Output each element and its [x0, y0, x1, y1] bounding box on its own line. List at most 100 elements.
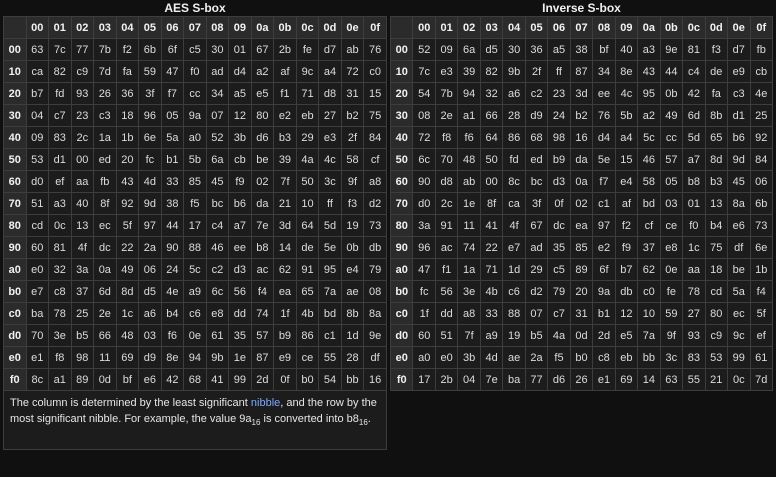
row-header: c0: [3, 302, 27, 325]
inverse-sbox-table: 00 01 02 03 04 05 06 07 08 09 0a 0b 0c 0d 0e 0f 00 52 09 6a…: [389, 16, 773, 391]
table-cell: e5: [614, 324, 639, 347]
table-cell: 11: [457, 214, 481, 237]
table-cell: b4: [704, 214, 729, 237]
table-cell: da: [569, 148, 594, 171]
table-cell: 5c: [183, 258, 207, 281]
table-cell: 48: [457, 148, 481, 171]
inverse-sbox-caption: Inverse S-box: [542, 1, 621, 15]
table-cell: 8d: [704, 148, 729, 171]
table-cell: 77: [524, 368, 549, 391]
table-cell: 0e: [183, 324, 207, 347]
nibble-link[interactable]: nibble: [251, 397, 280, 409]
table-cell: c2: [524, 82, 549, 105]
table-cell: e1: [592, 368, 616, 391]
table-row: 60 d0 ef aa fb 43 4d 33 85 45 f9 02 7f 50 3c 9f a8: [3, 170, 387, 193]
table-cell: e8: [205, 302, 230, 325]
table-cell: dd: [228, 302, 252, 325]
row-header: 40: [3, 126, 27, 149]
table-cell: ab: [457, 170, 481, 193]
table-cell: 61: [749, 346, 773, 369]
table-cell: e4: [614, 170, 639, 193]
table-cell: c2: [205, 258, 230, 281]
table-cell: 1d: [340, 324, 365, 347]
table-cell: a9: [183, 280, 207, 303]
table-cell: 13: [704, 192, 729, 215]
table-cell: 3d: [273, 214, 297, 237]
table-cell: ae: [340, 280, 365, 303]
table-cell: 05: [160, 104, 185, 127]
table-row: a0 e0 32 3a 0a 49 06 24 5c c2 d3 ac 62 91 95 e4 79: [3, 258, 387, 281]
column-header: 0f: [363, 16, 387, 39]
table-cell: ac: [434, 236, 459, 259]
table-cell: 70: [25, 324, 50, 347]
table-cell: bc: [524, 170, 549, 193]
row-header: d0: [389, 324, 414, 347]
column-header: 01: [434, 16, 459, 39]
table-row: f0 17 2b 04 7e ba 77 d6 26 e1 69 14 63 55 21 0c 7d: [389, 368, 773, 391]
table-cell: 6d: [682, 104, 706, 127]
table-cell: 6c: [412, 148, 436, 171]
table-cell: df: [363, 346, 387, 369]
table-cell: 44: [659, 60, 684, 83]
table-cell: aa: [682, 258, 706, 281]
table-cell: fb: [749, 38, 773, 61]
table-cell: 1f: [412, 302, 436, 325]
column-header: 0c: [295, 16, 320, 39]
table-cell: 5a: [727, 280, 751, 303]
table-cell: 9b: [205, 346, 230, 369]
table-cell: a6: [502, 82, 526, 105]
table-cell: 4e: [160, 280, 185, 303]
table-cell: 72: [340, 60, 365, 83]
table-cell: c7: [48, 104, 72, 127]
aes-sbox-table: 00 01 02 03 04 05 06 07 08 09 0a 0b 0c 0d 0e 0f 00 63 7c 77…: [3, 16, 387, 391]
table-cell: 2e: [434, 104, 459, 127]
table-cell: 37: [70, 280, 95, 303]
table-cell: 17: [183, 214, 207, 237]
table-cell: c4: [205, 214, 230, 237]
table-cell: cc: [659, 126, 684, 149]
table-cell: 2f: [340, 126, 365, 149]
note-subscript-2: 16: [358, 418, 368, 428]
table-cell: eb: [295, 104, 320, 127]
table-cell: e3: [434, 60, 459, 83]
column-header: 01: [48, 16, 72, 39]
table-cell: 1b: [749, 258, 773, 281]
table-cell: d6: [250, 126, 275, 149]
table-cell: 83: [48, 126, 72, 149]
table-cell: 62: [637, 258, 661, 281]
table-cell: b9: [273, 324, 297, 347]
table-cell: 6b: [138, 38, 162, 61]
table-cell: 64: [295, 214, 320, 237]
table-cell: 56: [228, 280, 252, 303]
row-header: f0: [3, 368, 27, 391]
table-cell: 14: [637, 368, 661, 391]
table-cell: 16: [569, 126, 594, 149]
table-cell: 36: [115, 82, 140, 105]
table-cell: 69: [115, 346, 140, 369]
table-cell: 57: [250, 324, 275, 347]
table-cell: 3d: [569, 82, 594, 105]
note-text-1: The column is determined by the least si…: [10, 397, 251, 409]
table-cell: 87: [250, 346, 275, 369]
table-cell: d7: [727, 38, 751, 61]
table-cell: ed: [93, 148, 117, 171]
table-cell: 72: [412, 126, 436, 149]
table-cell: b3: [273, 126, 297, 149]
table-cell: 80: [704, 302, 729, 325]
table-cell: ae: [502, 346, 526, 369]
table-cell: 1d: [502, 258, 526, 281]
table-cell: 79: [547, 280, 571, 303]
table-row: c0 1f dd a8 33 88 07 c7 31 b1 12 10 59 27 80 ec 5f: [389, 302, 773, 325]
header-row: 00 01 02 03 04 05 06 07 08 09 0a 0b 0c 0d 0e 0f: [3, 16, 387, 39]
table-cell: 18: [115, 104, 140, 127]
table-cell: c0: [637, 280, 661, 303]
table-cell: 59: [138, 60, 162, 83]
table-cell: b9: [547, 148, 571, 171]
table-cell: d3: [547, 170, 571, 193]
table-cell: ad: [205, 60, 230, 83]
table-row: 80 cd 0c 13 ec 5f 97 44 17 c4 a7 7e 3d 64 5d 19 73: [3, 214, 387, 237]
table-cell: fe: [295, 38, 320, 61]
table-cell: 32: [479, 82, 504, 105]
table-cell: 6e: [138, 126, 162, 149]
table-cell: c6: [502, 280, 526, 303]
